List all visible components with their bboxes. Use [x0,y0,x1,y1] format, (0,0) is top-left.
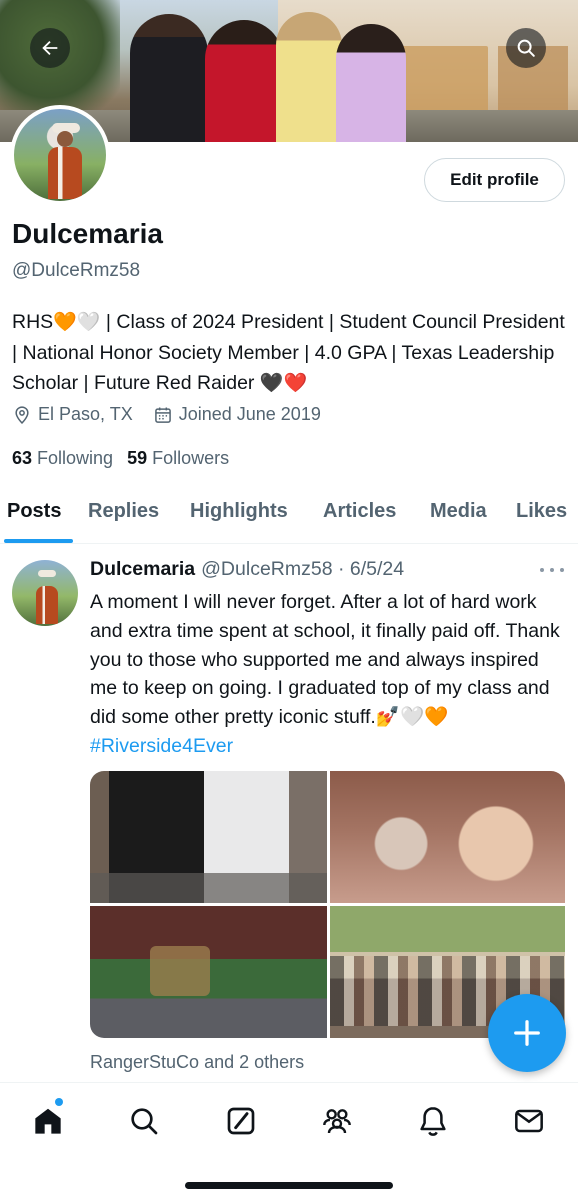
home-indicator [185,1182,393,1189]
follow-stats: 63 Following 59 Followers [12,448,243,469]
profile-display-name: Dulcemaria [12,218,163,249]
home-unread-dot [55,1098,63,1106]
home-icon [35,1108,61,1134]
profile-tabs: Posts Replies Highlights Articles Media … [0,490,578,544]
back-arrow-icon [42,40,58,56]
following-label: Following [37,448,114,468]
nav-search[interactable] [128,1105,160,1137]
tab-likes[interactable]: Likes [516,500,567,523]
communities-icon [323,1109,351,1134]
banner-window [398,46,488,116]
profile-avatar[interactable] [10,105,110,205]
followers-count: 59 [127,448,148,468]
more-dots-icon[interactable] [540,566,564,574]
tab-media[interactable]: Media [430,500,487,523]
search-icon [517,39,535,57]
avatar-jacket [48,147,82,199]
messages-icon [515,1109,543,1133]
media-photo[interactable] [90,771,327,903]
post-media-grid [90,771,565,1038]
following-count: 63 [12,448,33,468]
followers-link[interactable]: 59 Followers [127,448,229,469]
nav-notifications[interactable] [417,1105,449,1137]
nav-grok[interactable] [225,1105,257,1137]
joined-text: Joined June 2019 [178,404,321,424]
search-icon [131,1108,158,1135]
post-hashtag[interactable]: #Riverside4Ever [90,735,233,757]
post-avatar[interactable] [12,560,78,626]
media-photo[interactable] [90,906,327,1038]
tab-articles[interactable]: Articles [323,500,396,523]
profile-joined: Joined June 2019 [153,404,321,425]
post-emoji: 💅🤍🧡 [375,706,449,729]
location-pin-icon [15,405,29,424]
bio-emoji: 🖤❤️ [259,373,308,394]
banner-person [276,12,342,142]
active-tab-indicator [4,539,73,543]
calendar-icon [154,407,171,423]
banner-person [130,14,208,142]
profile-meta: El Paso, TX Joined June 2019 [12,404,341,425]
bio-emoji: 🧡🤍 [53,312,101,333]
grok-icon [227,1107,255,1135]
location-text: El Paso, TX [38,404,133,424]
nav-messages[interactable] [513,1105,545,1137]
edit-profile-button[interactable]: Edit profile [424,158,565,202]
bio-text: RHS [12,311,54,333]
avatar-jacket [36,586,58,624]
profile-handle: @DulceRmz58 [12,260,141,281]
post-handle-date[interactable]: @DulceRmz58 · 6/5/24 [201,558,404,581]
compose-button[interactable] [488,994,566,1072]
tab-highlights[interactable]: Highlights [190,500,288,523]
banner-person [336,24,406,142]
avatar-hat [38,570,56,577]
post-header: Dulcemaria @DulceRmz58 · 6/5/24 [90,558,404,581]
post-body: A moment I will never forget. After a lo… [90,591,560,729]
banner-person [205,20,283,142]
notifications-icon [420,1107,446,1136]
post-author-name[interactable]: Dulcemaria [90,558,195,581]
nav-home[interactable] [32,1105,64,1137]
post-text: A moment I will never forget. After a lo… [90,588,568,761]
profile-location: El Paso, TX [12,404,133,425]
plus-icon [514,1020,540,1046]
post-liked-by[interactable]: RangerStuCo and 2 others [90,1052,304,1073]
followers-label: Followers [152,448,230,468]
nav-communities[interactable] [321,1105,353,1137]
back-button[interactable] [30,28,70,68]
avatar-face [57,131,73,147]
search-button[interactable] [506,28,546,68]
tab-replies[interactable]: Replies [88,500,159,523]
profile-bio: RHS🧡🤍 | Class of 2024 President | Studen… [12,307,568,399]
following-link[interactable]: 63 Following [12,448,113,469]
media-photo[interactable] [330,771,565,903]
tab-posts[interactable]: Posts [7,500,61,523]
